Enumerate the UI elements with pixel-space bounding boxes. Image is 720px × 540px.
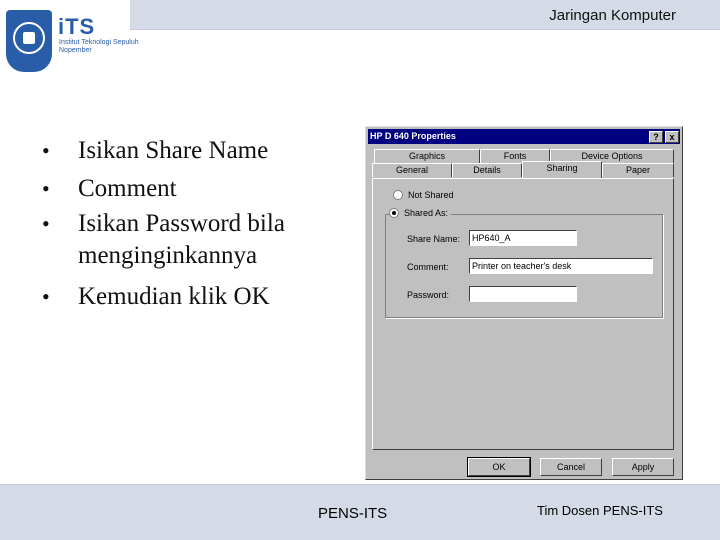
apply-button[interactable]: Apply xyxy=(612,458,674,476)
logo-wordmark: iTS xyxy=(58,14,96,39)
bullet-list: Isikan Share Name Comment Isikan Passwor… xyxy=(42,132,362,316)
ok-button[interactable]: OK xyxy=(467,457,531,477)
sharing-panel: Not Shared Shared As: Share Name: HP640_… xyxy=(372,178,674,450)
password-input[interactable] xyxy=(469,286,577,302)
footer-right-text: Tim Dosen PENS-ITS xyxy=(537,503,663,518)
bullet-item: Isikan Share Name xyxy=(42,132,362,170)
comment-label: Comment: xyxy=(407,262,449,272)
slide-header-title: Jaringan Komputer xyxy=(549,7,676,24)
tab-general[interactable]: General xyxy=(372,163,452,177)
cancel-button[interactable]: Cancel xyxy=(540,458,602,476)
share-name-input[interactable]: HP640_A xyxy=(469,230,577,246)
not-shared-label: Not Shared xyxy=(408,190,454,200)
bullet-item: Kemudian klik OK xyxy=(42,278,362,316)
logo-subtitle: Institut Teknologi Sepuluh Nopember xyxy=(59,39,139,54)
not-shared-radio[interactable] xyxy=(393,190,403,200)
dialog-titlebar[interactable]: HP D 640 Properties ? x xyxy=(368,129,680,144)
tab-details[interactable]: Details xyxy=(452,163,522,177)
its-emblem-icon xyxy=(6,10,52,72)
close-button[interactable]: x xyxy=(665,131,679,143)
tab-sharing[interactable]: Sharing xyxy=(522,161,602,178)
header-bar: Jaringan Komputer xyxy=(130,0,720,30)
share-name-label: Share Name: xyxy=(407,234,461,244)
bullet-item: Isikan Password bila menginginkannya xyxy=(42,208,362,272)
shared-as-label: Shared As: xyxy=(404,208,449,218)
comment-input[interactable]: Printer on teacher's desk xyxy=(469,258,653,274)
footer-bar: PENS-ITS Tim Dosen PENS-ITS xyxy=(0,484,720,540)
bullet-item: Comment xyxy=(42,170,362,208)
its-logo: iTS Institut Teknologi Sepuluh Nopember xyxy=(6,10,139,72)
tab-paper[interactable]: Paper xyxy=(602,163,674,177)
help-button[interactable]: ? xyxy=(649,131,663,143)
password-label: Password: xyxy=(407,290,450,300)
dialog-title: HP D 640 Properties xyxy=(370,131,456,141)
footer-center-text: PENS-ITS xyxy=(318,505,388,522)
tab-graphics[interactable]: Graphics xyxy=(374,149,480,163)
printer-properties-dialog: HP D 640 Properties ? x Graphics Fonts D… xyxy=(365,126,683,480)
not-shared-option[interactable]: Not Shared xyxy=(393,189,454,201)
shared-as-option[interactable]: Shared As: xyxy=(389,207,452,219)
shared-as-radio[interactable] xyxy=(389,208,399,218)
